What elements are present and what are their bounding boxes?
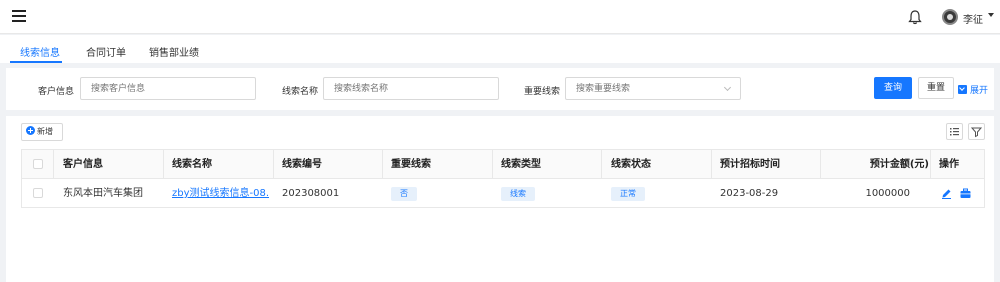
briefcase-icon[interactable] (960, 188, 971, 199)
lead-name-label: 线索名称 (282, 87, 319, 97)
query-button[interactable]: 查询 (874, 77, 912, 99)
search-panel: 客户信息 线索名称 重要线索 查询 重置 展开 (6, 68, 994, 110)
col-lead-type[interactable]: 线索类型 (501, 150, 541, 179)
row-checkbox[interactable] (33, 188, 43, 198)
add-button[interactable]: 新增 (21, 123, 63, 141)
avatar[interactable] (942, 9, 958, 25)
active-tab-indicator (10, 61, 62, 63)
col-customer[interactable]: 客户信息 (63, 150, 103, 179)
bell-icon[interactable] (908, 9, 922, 25)
cell-customer: 东风本田汽车集团 (63, 188, 143, 199)
tab-lead-info[interactable]: 线索信息 (20, 44, 60, 59)
cell-bid-time: 2023-08-29 (720, 188, 779, 199)
cell-lead-no: 202308001 (282, 188, 340, 199)
status-tag: 正常 (611, 187, 645, 201)
tab-sales-performance[interactable]: 销售部业绩 (149, 44, 199, 59)
col-status[interactable]: 线索状态 (611, 150, 651, 179)
column-settings-button[interactable] (946, 123, 963, 140)
lead-type-tag: 线索 (501, 187, 535, 201)
important-tag: 否 (391, 187, 417, 201)
col-important[interactable]: 重要线索 (391, 150, 431, 179)
tab-bar: 线索信息 合同订单 销售部业绩 (0, 35, 1000, 63)
filter-icon (970, 127, 983, 138)
table-header-row: 客户信息 线索名称 线索编号 重要线索 线索类型 线索状态 预计招标时间 预计金… (22, 150, 984, 179)
expand-icon (958, 85, 967, 94)
caret-down-icon[interactable] (988, 13, 994, 17)
lead-name-input[interactable] (323, 77, 499, 100)
table-row[interactable]: 东风本田汽车集团 zby测试线索信息-08... 202308001 否 线索 … (22, 179, 984, 208)
important-lead-label: 重要线索 (524, 87, 561, 97)
col-lead-no[interactable]: 线索编号 (282, 150, 322, 179)
filter-button[interactable] (968, 123, 985, 140)
cell-amount: 1000000 (865, 188, 910, 199)
add-label: 新增 (37, 127, 53, 136)
expand-button[interactable]: 展开 (958, 83, 988, 96)
top-bar: 李征 (0, 0, 1000, 34)
reset-button[interactable]: 重置 (918, 77, 954, 99)
col-lead-name[interactable]: 线索名称 (172, 150, 212, 179)
expand-label: 展开 (970, 86, 989, 96)
column-settings-icon (950, 128, 959, 136)
important-lead-select[interactable] (565, 77, 741, 100)
customer-info-input[interactable] (80, 77, 256, 100)
data-table: 客户信息 线索名称 线索编号 重要线索 线索类型 线索状态 预计招标时间 预计金… (21, 149, 985, 208)
user-name[interactable]: 李征 (963, 11, 983, 26)
customer-info-label: 客户信息 (38, 87, 75, 97)
menu-icon[interactable] (12, 10, 26, 22)
cell-lead-name-link[interactable]: zby测试线索信息-08... (172, 179, 269, 208)
table-panel: 新增 客户信息 线索名称 线索编号 重要线索 线索类型 线索状态 预计招标时间 … (6, 116, 994, 282)
col-actions: 操作 (939, 159, 959, 170)
add-icon (26, 126, 35, 135)
col-amount[interactable]: 预计金额(元) (830, 150, 929, 179)
select-all-checkbox[interactable] (33, 159, 43, 169)
edit-icon[interactable] (941, 188, 952, 199)
tab-contract-orders[interactable]: 合同订单 (86, 44, 126, 59)
col-bid-time[interactable]: 预计招标时间 (720, 150, 780, 179)
